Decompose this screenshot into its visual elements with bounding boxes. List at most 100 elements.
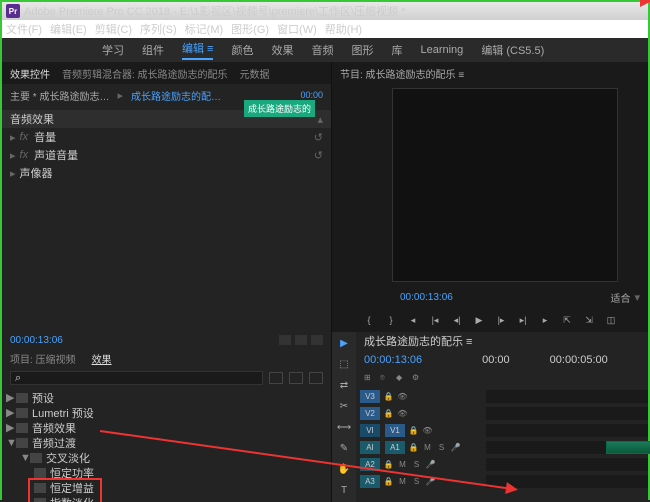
chevron-down-icon[interactable]: ▾ xyxy=(634,291,640,304)
frame-back-button[interactable]: ◂| xyxy=(449,313,465,327)
effect-channel-volume[interactable]: ▸fx声道音量↺ xyxy=(2,146,331,164)
chevron-right-icon[interactable]: ▸ xyxy=(10,167,16,180)
menu-graphics[interactable]: 图形(G) xyxy=(231,21,269,37)
mute-icon[interactable]: M xyxy=(422,442,433,453)
tree-constant-gain[interactable]: 恒定增益 xyxy=(2,480,331,495)
program-timecode[interactable]: 00:00:13:06 xyxy=(400,292,453,303)
icon-1[interactable] xyxy=(279,335,291,345)
chevron-right-icon[interactable]: ▶ xyxy=(6,391,16,404)
razor-tool[interactable]: ✂ xyxy=(336,399,352,414)
tab-metadata[interactable]: 元数据 xyxy=(240,66,270,81)
track-v3[interactable]: V3🔒👁 xyxy=(356,388,648,404)
play-button[interactable]: ▶ xyxy=(471,313,487,327)
ws-graphics[interactable]: 图形 xyxy=(351,42,373,58)
lock-icon[interactable]: 🔒 xyxy=(383,476,394,487)
menu-sequence[interactable]: 序列(S) xyxy=(140,21,177,37)
track-v2[interactable]: V2🔒👁 xyxy=(356,405,648,421)
icon-2[interactable] xyxy=(295,335,307,345)
track-v1[interactable]: VIV1🔒👁 xyxy=(356,422,648,438)
track-label[interactable]: V3 xyxy=(360,390,380,403)
preset-icon-3[interactable] xyxy=(309,372,323,384)
pen-tool[interactable]: ✎ xyxy=(336,441,352,456)
lock-icon[interactable]: 🔒 xyxy=(383,391,394,402)
eye-icon[interactable]: 👁 xyxy=(397,408,408,419)
extract-button[interactable]: ⇲ xyxy=(581,313,597,327)
track-label[interactable]: A3 xyxy=(360,475,380,488)
ws-color[interactable]: 颜色 xyxy=(231,42,253,58)
eye-icon[interactable]: 👁 xyxy=(422,425,433,436)
tab-project[interactable]: 项目: 压缩视频 xyxy=(10,351,76,366)
ws-assembly[interactable]: 组件 xyxy=(142,42,164,58)
ws-learning[interactable]: Learning xyxy=(420,44,463,56)
chevron-down-icon[interactable]: ▼ xyxy=(20,452,30,464)
eye-icon[interactable]: 👁 xyxy=(397,391,408,402)
step-fwd-button[interactable]: ▸ xyxy=(537,313,553,327)
menu-help[interactable]: 帮助(H) xyxy=(325,21,362,37)
ws-cs55[interactable]: 编辑 (CS5.5) xyxy=(481,42,544,58)
lock-icon[interactable]: 🔒 xyxy=(408,425,419,436)
reset-icon[interactable]: ↺ xyxy=(314,149,323,162)
ws-effects[interactable]: 效果 xyxy=(271,42,293,58)
track-a1[interactable]: AIA1🔒MS🎤 xyxy=(356,439,648,455)
source-patch[interactable]: AI xyxy=(360,441,380,454)
track-lane[interactable] xyxy=(486,458,648,471)
ws-audio[interactable]: 音频 xyxy=(311,42,333,58)
lift-button[interactable]: ⇱ xyxy=(559,313,575,327)
track-lane[interactable] xyxy=(486,424,648,437)
tree-exponential-fade[interactable]: 指数淡化 xyxy=(2,495,331,502)
menu-marker[interactable]: 标记(M) xyxy=(185,21,224,37)
export-frame-button[interactable]: ◫ xyxy=(603,313,619,327)
track-label[interactable]: V1 xyxy=(385,424,405,437)
effect-panner[interactable]: ▸声像器 xyxy=(2,164,331,182)
ws-library[interactable]: 库 xyxy=(391,42,402,58)
tree-constant-power[interactable]: 恒定功率 xyxy=(2,465,331,480)
preset-icon-2[interactable] xyxy=(289,372,303,384)
effect-volume[interactable]: ▸fx音量↺ xyxy=(2,128,331,146)
mute-icon[interactable]: M xyxy=(397,459,408,470)
link-icon[interactable]: ⌾ xyxy=(380,373,392,383)
track-a2[interactable]: A2🔒MS🎤 xyxy=(356,456,648,472)
search-input[interactable]: ⌕ xyxy=(10,371,263,385)
tree-presets[interactable]: ▶预设 xyxy=(2,390,331,405)
chevron-down-icon[interactable]: ▼ xyxy=(6,437,16,449)
chevron-right-icon[interactable]: ▸ xyxy=(10,131,16,144)
tree-audio-transitions[interactable]: ▼音频过渡 xyxy=(2,435,331,450)
type-tool[interactable]: T xyxy=(336,483,352,498)
chevron-right-icon[interactable]: ▸ xyxy=(10,149,16,162)
solo-icon[interactable]: S xyxy=(411,459,422,470)
snap-icon[interactable]: ⊞ xyxy=(364,373,376,383)
track-lane[interactable] xyxy=(486,441,648,454)
menu-window[interactable]: 窗口(W) xyxy=(277,21,317,37)
step-back-button[interactable]: ◂ xyxy=(405,313,421,327)
menu-edit[interactable]: 编辑(E) xyxy=(50,21,87,37)
track-lane[interactable] xyxy=(486,390,648,403)
goto-out-button[interactable]: ▸| xyxy=(515,313,531,327)
slip-tool[interactable]: ⟷ xyxy=(336,420,352,435)
goto-in-button[interactable]: |◂ xyxy=(427,313,443,327)
ws-learn[interactable]: 学习 xyxy=(102,42,124,58)
mic-icon[interactable]: 🎤 xyxy=(450,442,461,453)
chevron-right-icon[interactable]: ▶ xyxy=(6,406,16,419)
track-label[interactable]: V2 xyxy=(360,407,380,420)
tab-audio-mixer[interactable]: 音频剪辑混合器: 成长路途励志的配乐 xyxy=(62,66,228,81)
menu-clip[interactable]: 剪辑(C) xyxy=(95,21,132,37)
track-select-tool[interactable]: ⬚ xyxy=(336,357,352,372)
mic-icon[interactable]: 🎤 xyxy=(425,459,436,470)
lock-icon[interactable]: 🔒 xyxy=(408,442,419,453)
mark-in-button[interactable]: { xyxy=(361,313,377,327)
preset-icon-1[interactable] xyxy=(269,372,283,384)
zoom-fit[interactable]: 适合 xyxy=(610,290,630,305)
program-title[interactable]: 节目: 成长路途励志的配乐 ≡ xyxy=(340,66,464,81)
track-label[interactable]: A1 xyxy=(385,441,405,454)
lock-icon[interactable]: 🔒 xyxy=(383,408,394,419)
timeline-timecode[interactable]: 00:00:13:06 xyxy=(364,354,422,366)
menu-file[interactable]: 文件(F) xyxy=(6,21,42,37)
mark-out-button[interactable]: } xyxy=(383,313,399,327)
tree-lumetri[interactable]: ▶Lumetri 预设 xyxy=(2,405,331,420)
source-timecode[interactable]: 00:00:13:06 xyxy=(10,335,63,346)
marker-icon[interactable]: ◆ xyxy=(396,373,408,383)
breadcrumb-sub[interactable]: 成长路途励志的配… xyxy=(131,88,221,103)
track-lane[interactable] xyxy=(486,407,648,420)
icon-3[interactable] xyxy=(311,335,323,345)
settings-icon[interactable]: ⚙ xyxy=(412,373,424,383)
